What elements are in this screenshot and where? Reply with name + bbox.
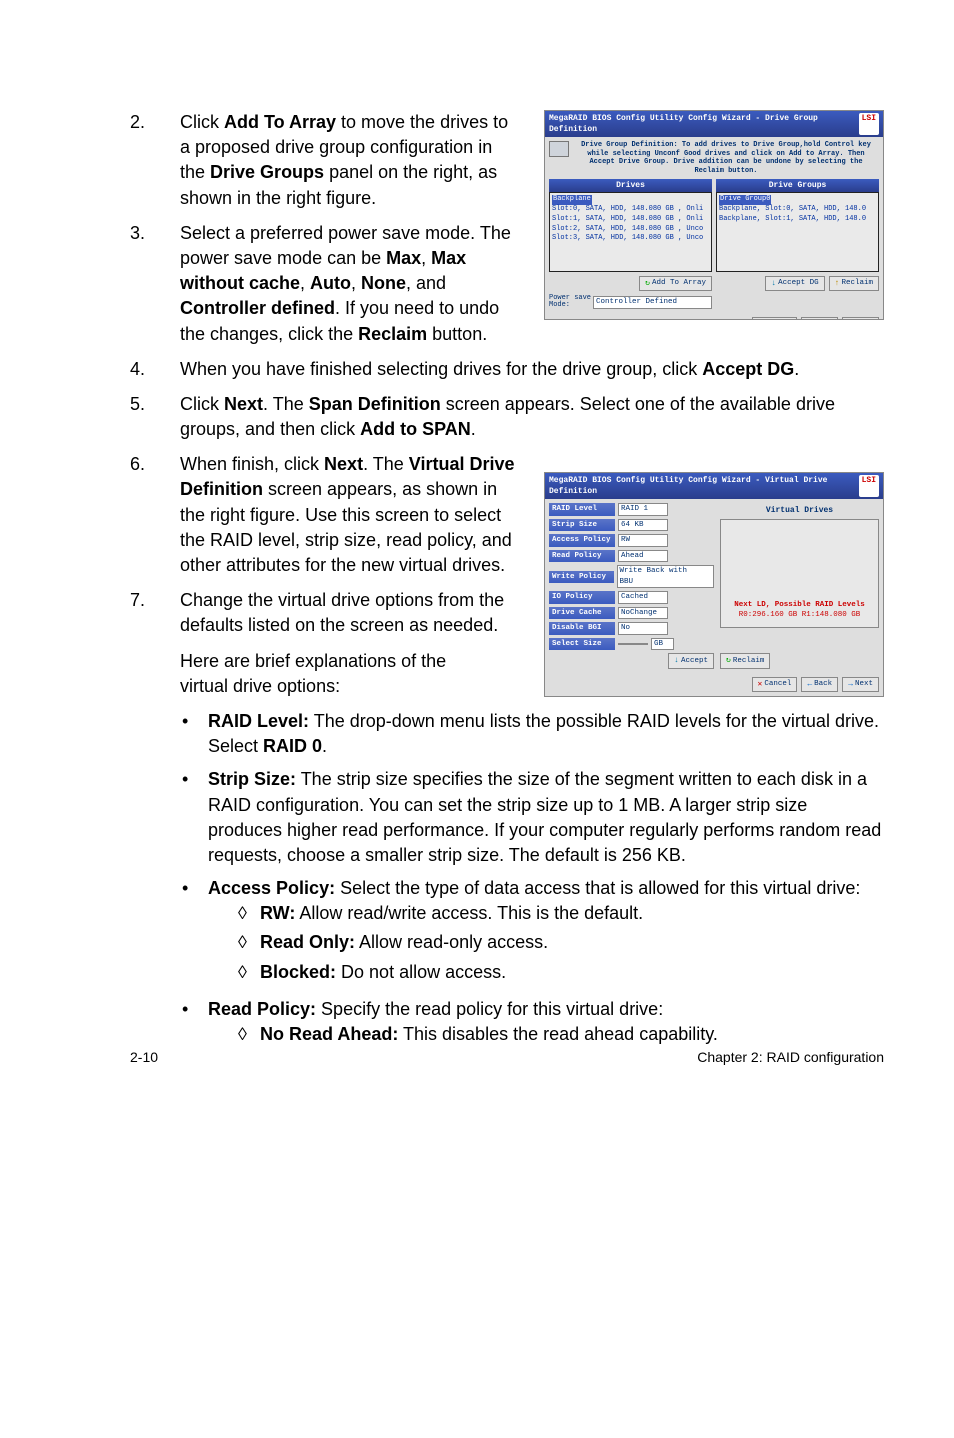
step-number: 6.	[130, 452, 180, 578]
step-text: Click Next. The Span Definition screen a…	[180, 392, 884, 442]
step-text: When you have finished selecting drives …	[180, 357, 884, 382]
reclaim-button[interactable]: ↻Reclaim	[720, 653, 770, 668]
chapter-title: Chapter 2: RAID configuration	[697, 1048, 884, 1068]
bullet-raid-level: • RAID Level: The drop-down menu lists t…	[180, 709, 884, 759]
read-policy-label: Read Policy	[549, 550, 615, 563]
write-policy-select[interactable]: Write Back with BBU	[617, 565, 714, 588]
screenshot-virtual-drive-definition: MegaRAID BIOS Config Utility Config Wiza…	[544, 472, 884, 697]
bullet-text: Read Policy: Specify the read policy for…	[208, 997, 884, 1051]
lsi-logo: LSI	[859, 475, 879, 497]
page-number: 2-10	[130, 1048, 158, 1068]
sub-text: Read Only: Allow read-only access.	[260, 930, 548, 955]
drive-groups-tree[interactable]: Drive Group0 Backplane, Slot:0, SATA, HD…	[716, 192, 879, 272]
step-4: 4. When you have finished selecting driv…	[130, 357, 884, 382]
step-text: Click Add To Array to move the drives to…	[180, 110, 518, 211]
cancel-button[interactable]: ✕Cancel	[752, 317, 798, 320]
drives-header: Drives	[549, 179, 712, 192]
raid-level-select[interactable]: RAID 1	[618, 503, 668, 516]
bullet-icon: •	[180, 709, 208, 759]
step-text: When finish, click Next. The Virtual Dri…	[180, 452, 518, 578]
bullet-text: Access Policy: Select the type of data a…	[208, 876, 884, 989]
access-policy-select[interactable]: RW	[618, 534, 668, 547]
step-number: 4.	[130, 357, 180, 382]
drive-cache-select[interactable]: NoChange	[618, 607, 668, 620]
step-number: 7.	[130, 588, 180, 638]
step-text: Change the virtual drive options from th…	[180, 588, 518, 638]
add-to-array-button[interactable]: ↻Add To Array	[639, 276, 712, 291]
step-7: 7. Change the virtual drive options from…	[130, 588, 518, 638]
diamond-icon: ◊	[238, 901, 260, 926]
step-number: 3.	[130, 221, 180, 347]
help-icon	[549, 141, 569, 157]
reclaim-button[interactable]: ↑Reclaim	[829, 276, 879, 291]
drive-groups-header: Drive Groups	[716, 179, 879, 192]
screenshot-title: MegaRAID BIOS Config Utility Config Wiza…	[549, 475, 859, 497]
bullet-icon: •	[180, 876, 208, 989]
accept-dg-button[interactable]: ↓Accept DG	[765, 276, 824, 291]
accept-button[interactable]: ↓Accept	[668, 653, 714, 668]
screenshot-drive-group-definition: MegaRAID BIOS Config Utility Config Wiza…	[544, 110, 884, 320]
step-number: 5.	[130, 392, 180, 442]
step-text: Select a preferred power save mode. The …	[180, 221, 518, 347]
select-size-unit[interactable]: GB	[651, 638, 674, 651]
drive-cache-label: Drive Cache	[549, 607, 615, 620]
bullet-read-policy: • Read Policy: Specify the read policy f…	[180, 997, 884, 1051]
step-2: 2. Click Add To Array to move the drives…	[130, 110, 518, 211]
strip-size-select[interactable]: 64 KB	[618, 519, 668, 532]
bullet-access-policy: • Access Policy: Select the type of data…	[180, 876, 884, 989]
bullet-icon: •	[180, 767, 208, 868]
drives-tree[interactable]: Backplane Slot:0, SATA, HDD, 148.080 GB …	[549, 192, 712, 272]
page-footer: 2-10 Chapter 2: RAID configuration	[130, 1048, 884, 1068]
disable-bgi-label: Disable BGI	[549, 622, 615, 635]
screenshot-title: MegaRAID BIOS Config Utility Config Wiza…	[549, 113, 859, 135]
select-size-label: Select Size	[549, 638, 615, 651]
virtual-drives-header: Virtual Drives	[720, 503, 879, 518]
step-number: 2.	[130, 110, 180, 211]
step-6: 6. When finish, click Next. The Virtual …	[130, 452, 518, 578]
bullet-text: Strip Size: The strip size specifies the…	[208, 767, 884, 868]
sub-text: Blocked: Do not allow access.	[260, 960, 506, 985]
strip-size-label: Strip Size	[549, 519, 615, 532]
diamond-icon: ◊	[238, 960, 260, 985]
read-policy-select[interactable]: Ahead	[618, 550, 668, 563]
cancel-button[interactable]: ✕Cancel	[752, 677, 798, 692]
sub-text: RW: Allow read/write access. This is the…	[260, 901, 643, 926]
raid-level-label: RAID Level	[549, 503, 615, 516]
step-3: 3. Select a preferred power save mode. T…	[130, 221, 518, 347]
next-button[interactable]: →Next	[842, 677, 879, 692]
diamond-icon: ◊	[238, 1022, 260, 1047]
access-policy-label: Access Policy	[549, 534, 615, 547]
power-save-select[interactable]: Controller Defined	[593, 296, 712, 309]
bullet-strip-size: • Strip Size: The strip size specifies t…	[180, 767, 884, 868]
disable-bgi-select[interactable]: No	[618, 622, 668, 635]
back-button[interactable]: ←Back	[801, 677, 838, 692]
virtual-drives-panel: Next LD, Possible RAID Levels R0:296.160…	[720, 519, 879, 628]
sub-text: No Read Ahead: This disables the read ah…	[260, 1022, 718, 1047]
bullet-text: RAID Level: The drop-down menu lists the…	[208, 709, 884, 759]
help-text: Drive Group Definition: To add drives to…	[573, 141, 879, 175]
select-size-input[interactable]	[618, 643, 648, 645]
io-policy-label: IO Policy	[549, 591, 615, 604]
write-policy-label: Write Policy	[549, 571, 614, 584]
power-save-label: Power save Mode:	[549, 295, 589, 309]
io-policy-select[interactable]: Cached	[618, 591, 668, 604]
lsi-logo: LSI	[859, 113, 879, 135]
step-5: 5. Click Next. The Span Definition scree…	[130, 392, 884, 442]
bullet-icon: •	[180, 997, 208, 1051]
diamond-icon: ◊	[238, 930, 260, 955]
next-button[interactable]: →Next	[842, 317, 879, 320]
step-7-explainer: Here are brief explanations of the virtu…	[130, 649, 468, 699]
back-button[interactable]: ←Back	[801, 317, 838, 320]
